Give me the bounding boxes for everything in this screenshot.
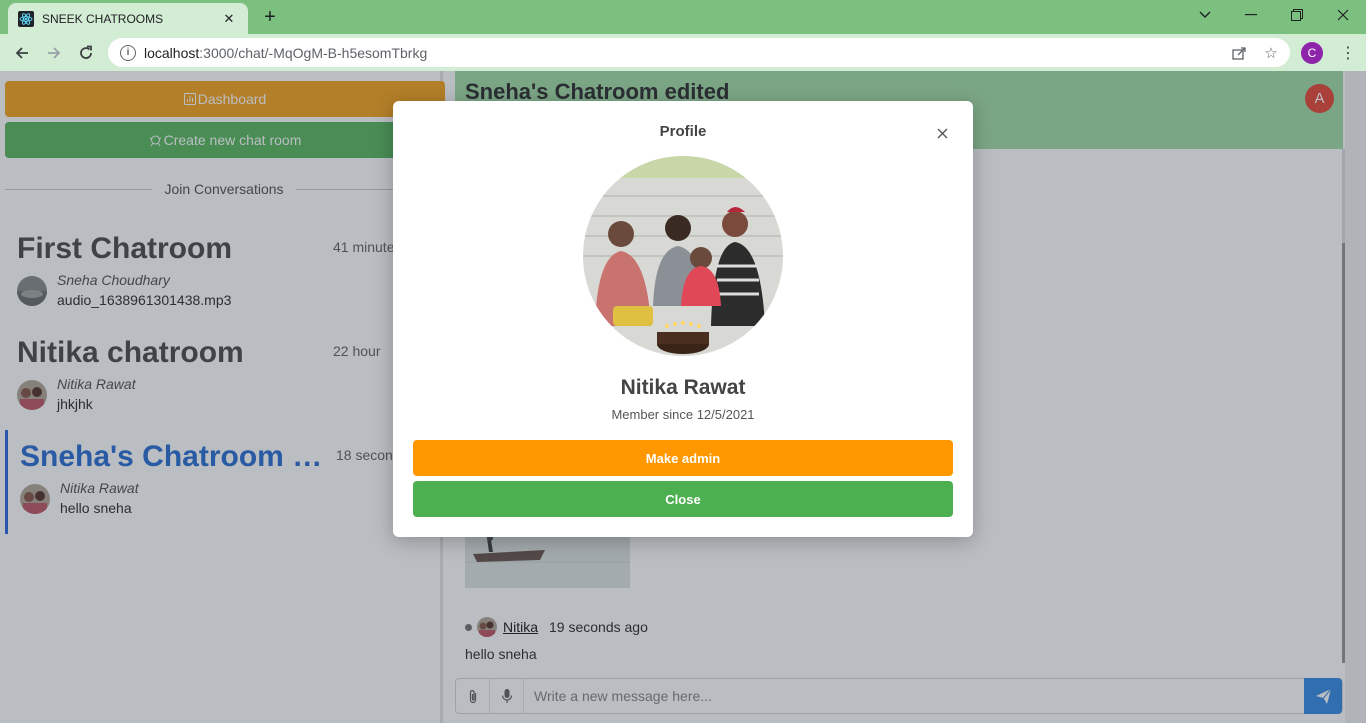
close-icon[interactable]	[931, 122, 953, 144]
browser-profile-avatar[interactable]: C	[1301, 42, 1323, 64]
member-since: Member since 12/5/2021	[611, 407, 755, 422]
info-icon[interactable]: i	[120, 44, 136, 61]
star-icon[interactable]: ☆	[1262, 45, 1280, 62]
share-icon[interactable]	[1230, 45, 1248, 61]
profile-name: Nitika Rawat	[620, 376, 746, 399]
address-bar[interactable]: i localhost:3000/chat/-MqOgM-B-h5esomTbr…	[108, 38, 1290, 67]
profile-modal: Profile Nitika Rawat Member since 12/5/2…	[393, 101, 973, 537]
modal-title: Profile	[659, 123, 707, 140]
tab-title: SNEEK CHATROOMS	[42, 11, 164, 26]
forward-icon[interactable]	[40, 39, 68, 67]
browser-tab[interactable]: SNEEK CHATROOMS ✕	[8, 3, 248, 34]
browser-tab-strip: SNEEK CHATROOMS ✕ +	[0, 0, 1366, 34]
react-logo-icon	[18, 10, 34, 27]
reload-icon[interactable]	[72, 39, 100, 67]
back-icon[interactable]	[8, 39, 36, 67]
close-window-icon[interactable]	[1320, 0, 1366, 30]
close-button[interactable]: Close	[413, 481, 953, 517]
more-icon[interactable]: ⋮	[1340, 42, 1356, 64]
restore-window-icon[interactable]	[1274, 0, 1320, 30]
close-tab-icon[interactable]: ✕	[220, 10, 238, 28]
profile-photo	[583, 156, 783, 356]
make-admin-button[interactable]: Make admin	[413, 440, 953, 476]
minimize-window-icon[interactable]	[1228, 0, 1274, 30]
browser-toolbar: i localhost:3000/chat/-MqOgM-B-h5esomTbr…	[0, 34, 1366, 71]
tab-search-icon[interactable]	[1182, 0, 1228, 30]
url-text: localhost:3000/chat/-MqOgM-B-h5esomTbrkg	[144, 44, 428, 61]
new-tab-button[interactable]: +	[258, 6, 282, 28]
